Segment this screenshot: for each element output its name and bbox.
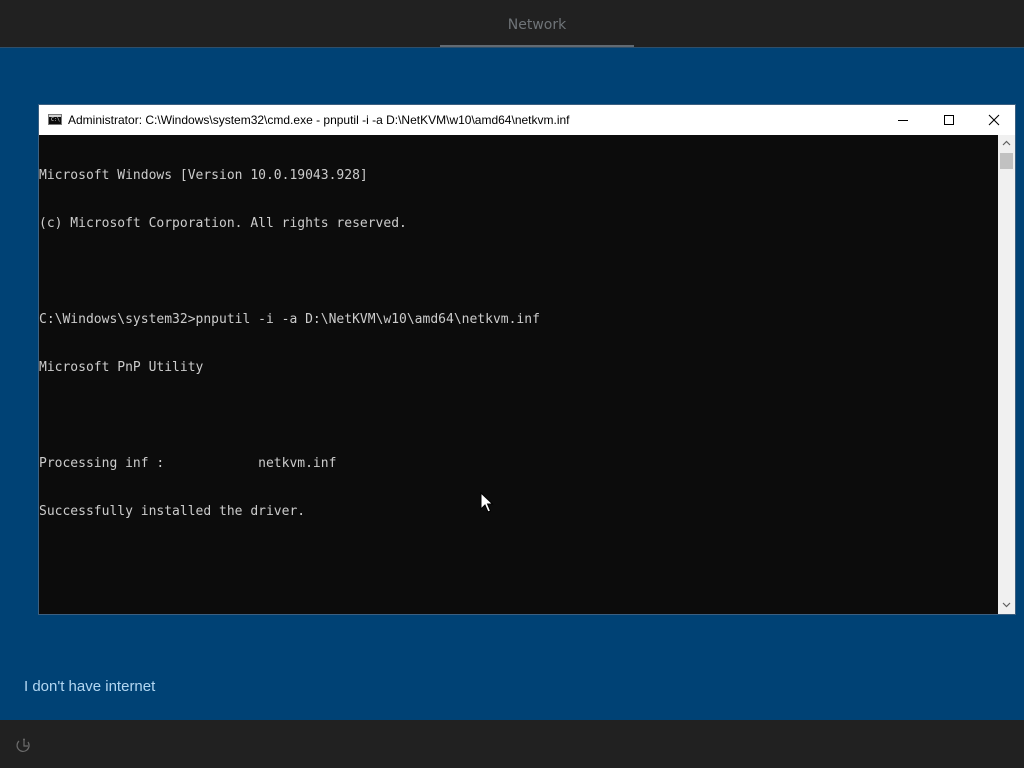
maximize-icon [944,115,954,125]
title-bar[interactable]: C:\ Administrator: C:\Windows\system32\c… [39,105,1015,135]
ease-of-access-icon[interactable] [15,738,33,754]
vertical-scrollbar[interactable] [998,135,1015,614]
chevron-down-icon [1002,602,1011,608]
console-line: Microsoft PnP Utility [39,360,204,375]
top-bar: Network [0,0,1024,48]
icon-text: C:\ [51,117,61,123]
no-internet-link[interactable]: I don't have internet [24,677,155,697]
mouse-cursor-icon [480,492,494,513]
bottom-bar [0,720,1024,768]
close-button[interactable] [971,105,1017,135]
console-line: Processing inf : netkvm.inf [39,456,337,471]
console-line: (c) Microsoft Corporation. All rights re… [39,216,407,231]
console-line: Successfully installed the driver. [39,504,306,519]
tab-network: Network [440,0,634,47]
chevron-up-icon [1002,140,1011,146]
scrollbar-thumb[interactable] [1000,153,1013,169]
window-title: Administrator: C:\Windows\system32\cmd.e… [68,113,570,127]
cmd-window[interactable]: C:\ Administrator: C:\Windows\system32\c… [38,104,1016,615]
close-icon [988,114,1000,126]
console-line: Microsoft Windows [Version 10.0.19043.92… [39,168,368,183]
command-prompt-icon[interactable]: C:\ [48,114,62,125]
console-line: C:\Windows\system32>pnputil -i -a D:\Net… [39,312,540,327]
console-output[interactable]: Microsoft Windows [Version 10.0.19043.92… [39,135,998,615]
scroll-up-button[interactable] [998,135,1015,152]
scroll-down-button[interactable] [998,597,1015,614]
maximize-button[interactable] [926,105,972,135]
minimize-icon [898,120,908,121]
minimize-button[interactable] [880,105,926,135]
